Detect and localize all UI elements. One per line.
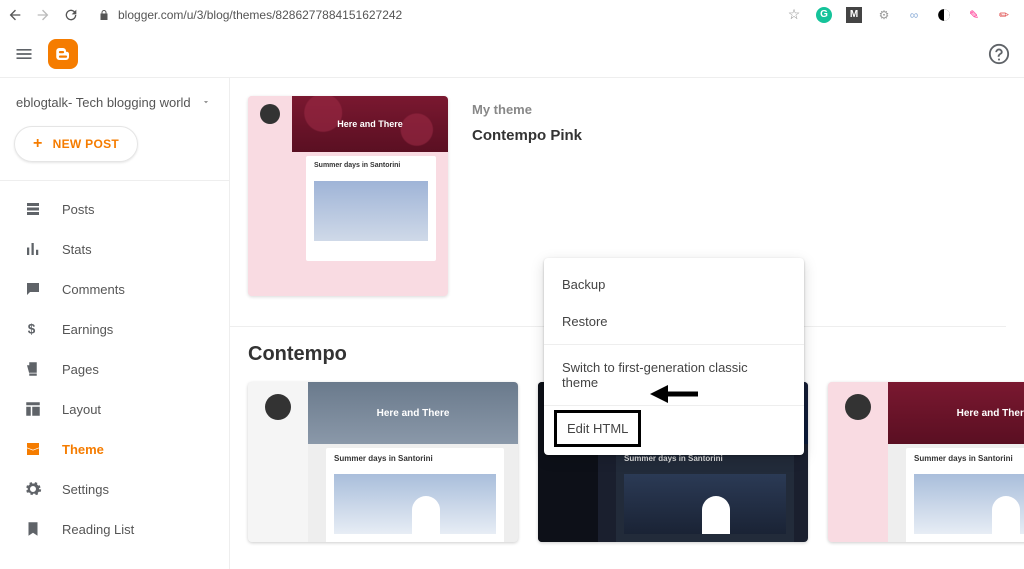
theme-card-pink[interactable]: Here and There Summer days in Santorini — [828, 382, 1024, 542]
browser-toolbar: blogger.com/u/3/blog/themes/828627788415… — [0, 0, 1024, 30]
blogger-logo-icon — [54, 45, 72, 63]
theme-card-light[interactable]: Here and There Summer days in Santorini — [248, 382, 518, 542]
my-theme-label: My theme — [472, 102, 1024, 117]
annotation-arrow — [650, 381, 700, 412]
gear-icon[interactable]: ⚙ — [876, 7, 892, 23]
preview-hero-title: Here and There — [337, 119, 403, 129]
back-button[interactable] — [6, 6, 24, 24]
sidebar-label: Reading List — [62, 522, 134, 537]
preview-post-title: Summer days in Santorini — [334, 454, 496, 463]
pages-icon — [24, 360, 42, 378]
stats-icon — [24, 240, 42, 258]
new-post-button[interactable]: + NEW POST — [14, 126, 138, 162]
theme-actions-menu: Backup Restore Switch to first-generatio… — [544, 258, 804, 455]
preview-post-title: Summer days in Santorini — [314, 162, 428, 169]
star-icon[interactable]: ☆ — [786, 7, 802, 23]
grammarly-icon[interactable]: G — [816, 7, 832, 23]
caret-down-icon — [201, 94, 211, 112]
sidebar-label: Stats — [62, 242, 92, 257]
my-theme-thumbnail[interactable]: Here and There Summer days in Santorini — [248, 96, 448, 296]
sidebar-item-layout[interactable]: Layout — [0, 389, 229, 429]
sidebar-label: Settings — [62, 482, 109, 497]
reload-button[interactable] — [62, 6, 80, 24]
lock-icon — [98, 9, 110, 21]
sidebar-label: Comments — [62, 282, 125, 297]
pencil-icon[interactable]: ✏ — [996, 7, 1012, 23]
sidebar-item-reading-list[interactable]: Reading List — [0, 509, 229, 549]
sidebar-divider — [0, 180, 229, 181]
browser-extensions: ☆ G M ⚙ ∞ ✎ ✏ — [786, 7, 1018, 23]
sidebar-label: Pages — [62, 362, 99, 377]
earnings-icon: $ — [24, 320, 42, 338]
reload-icon — [63, 7, 79, 23]
layout-icon — [24, 400, 42, 418]
app-bar — [0, 30, 1024, 78]
link-icon[interactable]: ∞ — [906, 7, 922, 23]
my-theme-name: Contempo Pink — [472, 127, 1024, 144]
s-icon[interactable] — [936, 7, 952, 23]
plus-icon: + — [33, 135, 43, 153]
avatar — [265, 394, 291, 420]
url-text: blogger.com/u/3/blog/themes/828627788415… — [118, 8, 402, 22]
m-icon[interactable]: M — [846, 7, 862, 23]
menu-item-restore[interactable]: Restore — [544, 303, 804, 340]
blog-selector[interactable]: eblogtalk- Tech blogging world — [0, 94, 229, 126]
theme-icon — [24, 440, 42, 458]
sidebar-item-comments[interactable]: Comments — [0, 269, 229, 309]
sidebar: eblogtalk- Tech blogging world + NEW POS… — [0, 78, 230, 569]
sidebar-item-pages[interactable]: Pages — [0, 349, 229, 389]
sidebar-label: Layout — [62, 402, 101, 417]
new-post-label: NEW POST — [53, 137, 119, 151]
sidebar-item-settings[interactable]: Settings — [0, 469, 229, 509]
forward-button[interactable] — [34, 6, 52, 24]
svg-text:$: $ — [28, 322, 36, 337]
avatar — [260, 104, 280, 124]
settings-icon — [24, 480, 42, 498]
menu-button[interactable] — [14, 44, 34, 64]
preview-hero-title: Here and There — [888, 382, 1024, 444]
arrow-left-annotation-icon — [650, 381, 700, 407]
preview-hero-title: Here and There — [308, 382, 518, 444]
brush-icon[interactable]: ✎ — [966, 7, 982, 23]
content-area: Here and There Summer days in Santorini … — [230, 78, 1024, 569]
sidebar-item-earnings[interactable]: $ Earnings — [0, 309, 229, 349]
sidebar-label: Posts — [62, 202, 95, 217]
blogger-logo[interactable] — [48, 39, 78, 69]
arrow-right-icon — [35, 7, 51, 23]
menu-item-backup[interactable]: Backup — [544, 266, 804, 303]
hamburger-icon — [14, 44, 34, 64]
sidebar-item-stats[interactable]: Stats — [0, 229, 229, 269]
address-bar[interactable]: blogger.com/u/3/blog/themes/828627788415… — [90, 8, 776, 22]
help-icon — [988, 43, 1010, 65]
help-button[interactable] — [988, 43, 1010, 65]
sidebar-item-posts[interactable]: Posts — [0, 189, 229, 229]
sidebar-item-theme[interactable]: Theme — [0, 429, 229, 469]
menu-item-edit-html[interactable]: Edit HTML — [554, 410, 641, 447]
sidebar-label: Theme — [62, 442, 104, 457]
preview-post-title: Summer days in Santorini — [624, 454, 786, 463]
comments-icon — [24, 280, 42, 298]
preview-post-title: Summer days in Santorini — [914, 454, 1024, 463]
blog-title-text: eblogtalk- Tech blogging world — [16, 94, 201, 112]
sidebar-label: Earnings — [62, 322, 113, 337]
arrow-left-icon — [7, 7, 23, 23]
avatar — [845, 394, 871, 420]
bookmark-icon — [24, 520, 42, 538]
posts-icon — [24, 200, 42, 218]
